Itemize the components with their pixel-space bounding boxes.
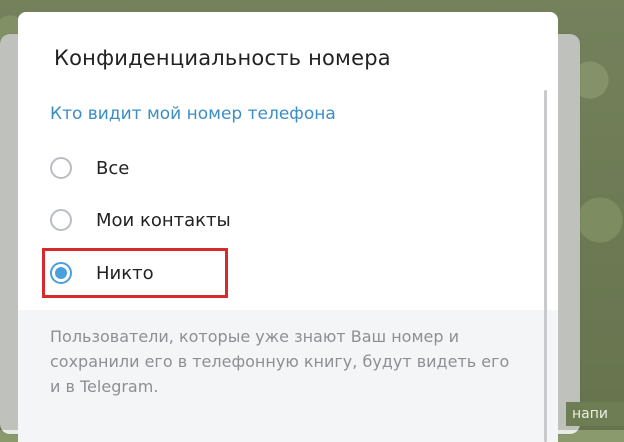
message-input-hint: напи bbox=[566, 402, 624, 426]
option-label: Все bbox=[96, 157, 130, 179]
phone-privacy-dialog: Конфиденциальность номера Кто видит мой … bbox=[18, 12, 558, 442]
radio-button-unchecked[interactable] bbox=[50, 157, 72, 179]
radio-option-my-contacts[interactable]: Мои контакты bbox=[50, 200, 480, 240]
option-label: Мои контакты bbox=[96, 209, 231, 231]
radio-button-unchecked[interactable] bbox=[50, 209, 72, 231]
scrollbar[interactable] bbox=[544, 90, 547, 442]
highlight-annotation bbox=[42, 248, 228, 298]
description-area: Пользователи, которые уже знают Ваш номе… bbox=[18, 310, 558, 442]
section-title: Кто видит мой номер телефона bbox=[50, 104, 336, 124]
radio-option-everybody[interactable]: Все bbox=[50, 148, 480, 188]
description-text: Пользователи, которые уже знают Ваш номе… bbox=[50, 327, 510, 396]
dialog-title: Конфиденциальность номера bbox=[54, 46, 391, 70]
